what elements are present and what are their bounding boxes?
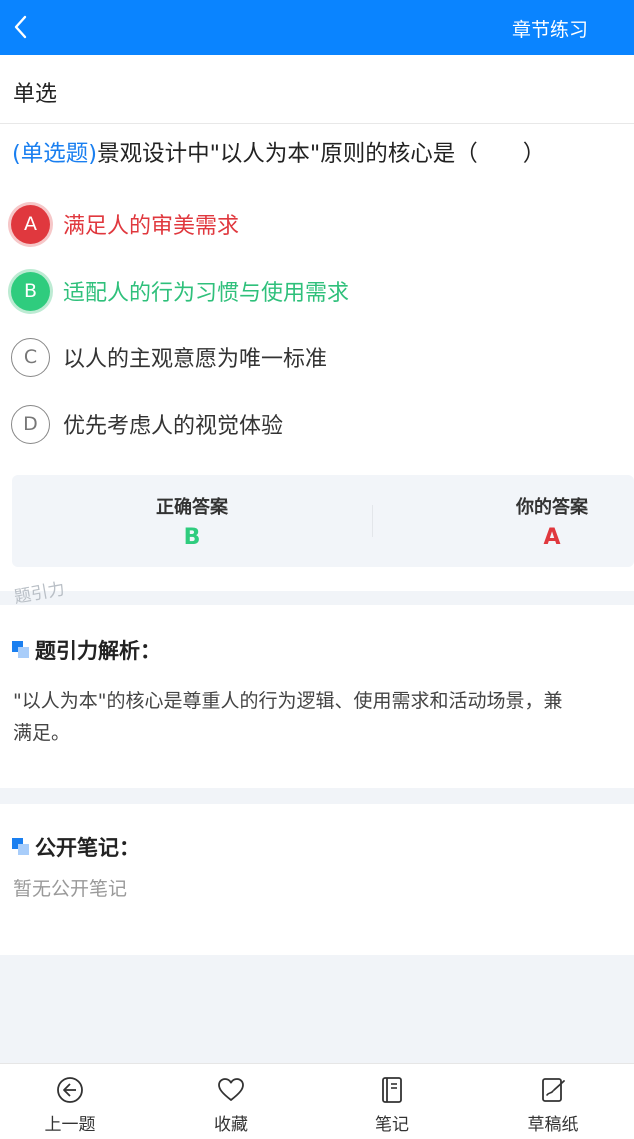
option-a[interactable]: A 满足人的审美需求	[11, 204, 239, 244]
analysis-line: "以人为本"的核心是尊重人的行为逻辑、使用需求和活动场景，兼	[13, 690, 563, 712]
previous-circle-icon	[57, 1077, 83, 1103]
your-answer: 你的答案 A	[502, 493, 602, 550]
page-title: 章节练习	[511, 19, 588, 41]
tab-label: 草稿纸	[527, 1115, 579, 1135]
correct-answer: 正确答案 B	[142, 493, 242, 550]
option-text: 优先考虑人的视觉体验	[63, 414, 284, 439]
your-answer-value: A	[543, 525, 561, 550]
section-square-icon	[12, 641, 30, 659]
question-type-tag: (单选题)	[12, 141, 98, 167]
notes-header: 公开笔记：	[12, 832, 140, 862]
question-stem: 景观设计中"以人为本"原则的核心是（ ）	[97, 141, 546, 167]
notes-button[interactable]: 笔记	[357, 1064, 427, 1139]
tab-label: 上一题	[44, 1115, 96, 1135]
answer-summary: 正确答案 B 你的答案 A	[12, 475, 634, 567]
scratch-paper-icon	[542, 1078, 565, 1102]
analysis-text: "以人为本"的核心是尊重人的行为逻辑、使用需求和活动场景，兼 满足。	[13, 685, 562, 749]
tab-label: 笔记	[375, 1115, 409, 1135]
notes-title: 公开笔记：	[35, 836, 140, 860]
option-letter-badge: B	[11, 271, 50, 311]
question-text: (单选题)景观设计中"以人为本"原则的核心是（ ）	[12, 136, 545, 168]
correct-answer-value: B	[183, 525, 201, 550]
question-card: (单选题)景观设计中"以人为本"原则的核心是（ ） A 满足人的审美需求 B 适…	[0, 124, 634, 591]
chevron-left-icon	[14, 15, 27, 39]
option-letter-badge: A	[11, 204, 50, 244]
option-text: 满足人的审美需求	[63, 214, 240, 239]
option-letter-badge: C	[11, 337, 50, 377]
bottom-toolbar: 上一题 收藏 笔记 草稿纸	[0, 1063, 634, 1139]
option-text: 适配人的行为习惯与使用需求	[63, 281, 350, 306]
back-button[interactable]	[6, 12, 36, 42]
option-d[interactable]: D 优先考虑人的视觉体验	[11, 404, 283, 444]
top-bar: 章节练习	[0, 0, 634, 55]
heart-icon	[218, 1078, 244, 1101]
option-text: 以人的主观意愿为唯一标准	[63, 347, 328, 372]
analysis-section: 题引力解析： "以人为本"的核心是尊重人的行为逻辑、使用需求和活动场景，兼 满足…	[0, 605, 634, 788]
correct-answer-label: 正确答案	[156, 497, 228, 518]
scratch-paper-button[interactable]: 草稿纸	[518, 1064, 588, 1139]
analysis-line: 满足。	[13, 722, 71, 744]
analysis-header: 题引力解析：	[12, 635, 161, 665]
favorite-button[interactable]: 收藏	[196, 1064, 266, 1139]
question-type-label: 单选	[13, 82, 58, 107]
question-type-row: 单选	[0, 55, 634, 124]
your-answer-label: 你的答案	[516, 497, 588, 518]
tab-label: 收藏	[214, 1115, 248, 1135]
section-square-icon	[12, 838, 30, 856]
previous-question-button[interactable]: 上一题	[35, 1064, 105, 1139]
notes-empty-text: 暂无公开笔记	[13, 878, 128, 900]
analysis-title: 题引力解析：	[35, 639, 161, 663]
answer-divider	[372, 505, 373, 537]
option-c[interactable]: C 以人的主观意愿为唯一标准	[11, 337, 327, 377]
notebook-icon	[382, 1077, 402, 1103]
notes-section: 公开笔记： 暂无公开笔记	[0, 804, 634, 955]
option-letter-badge: D	[11, 404, 50, 444]
option-b[interactable]: B 适配人的行为习惯与使用需求	[11, 271, 349, 311]
